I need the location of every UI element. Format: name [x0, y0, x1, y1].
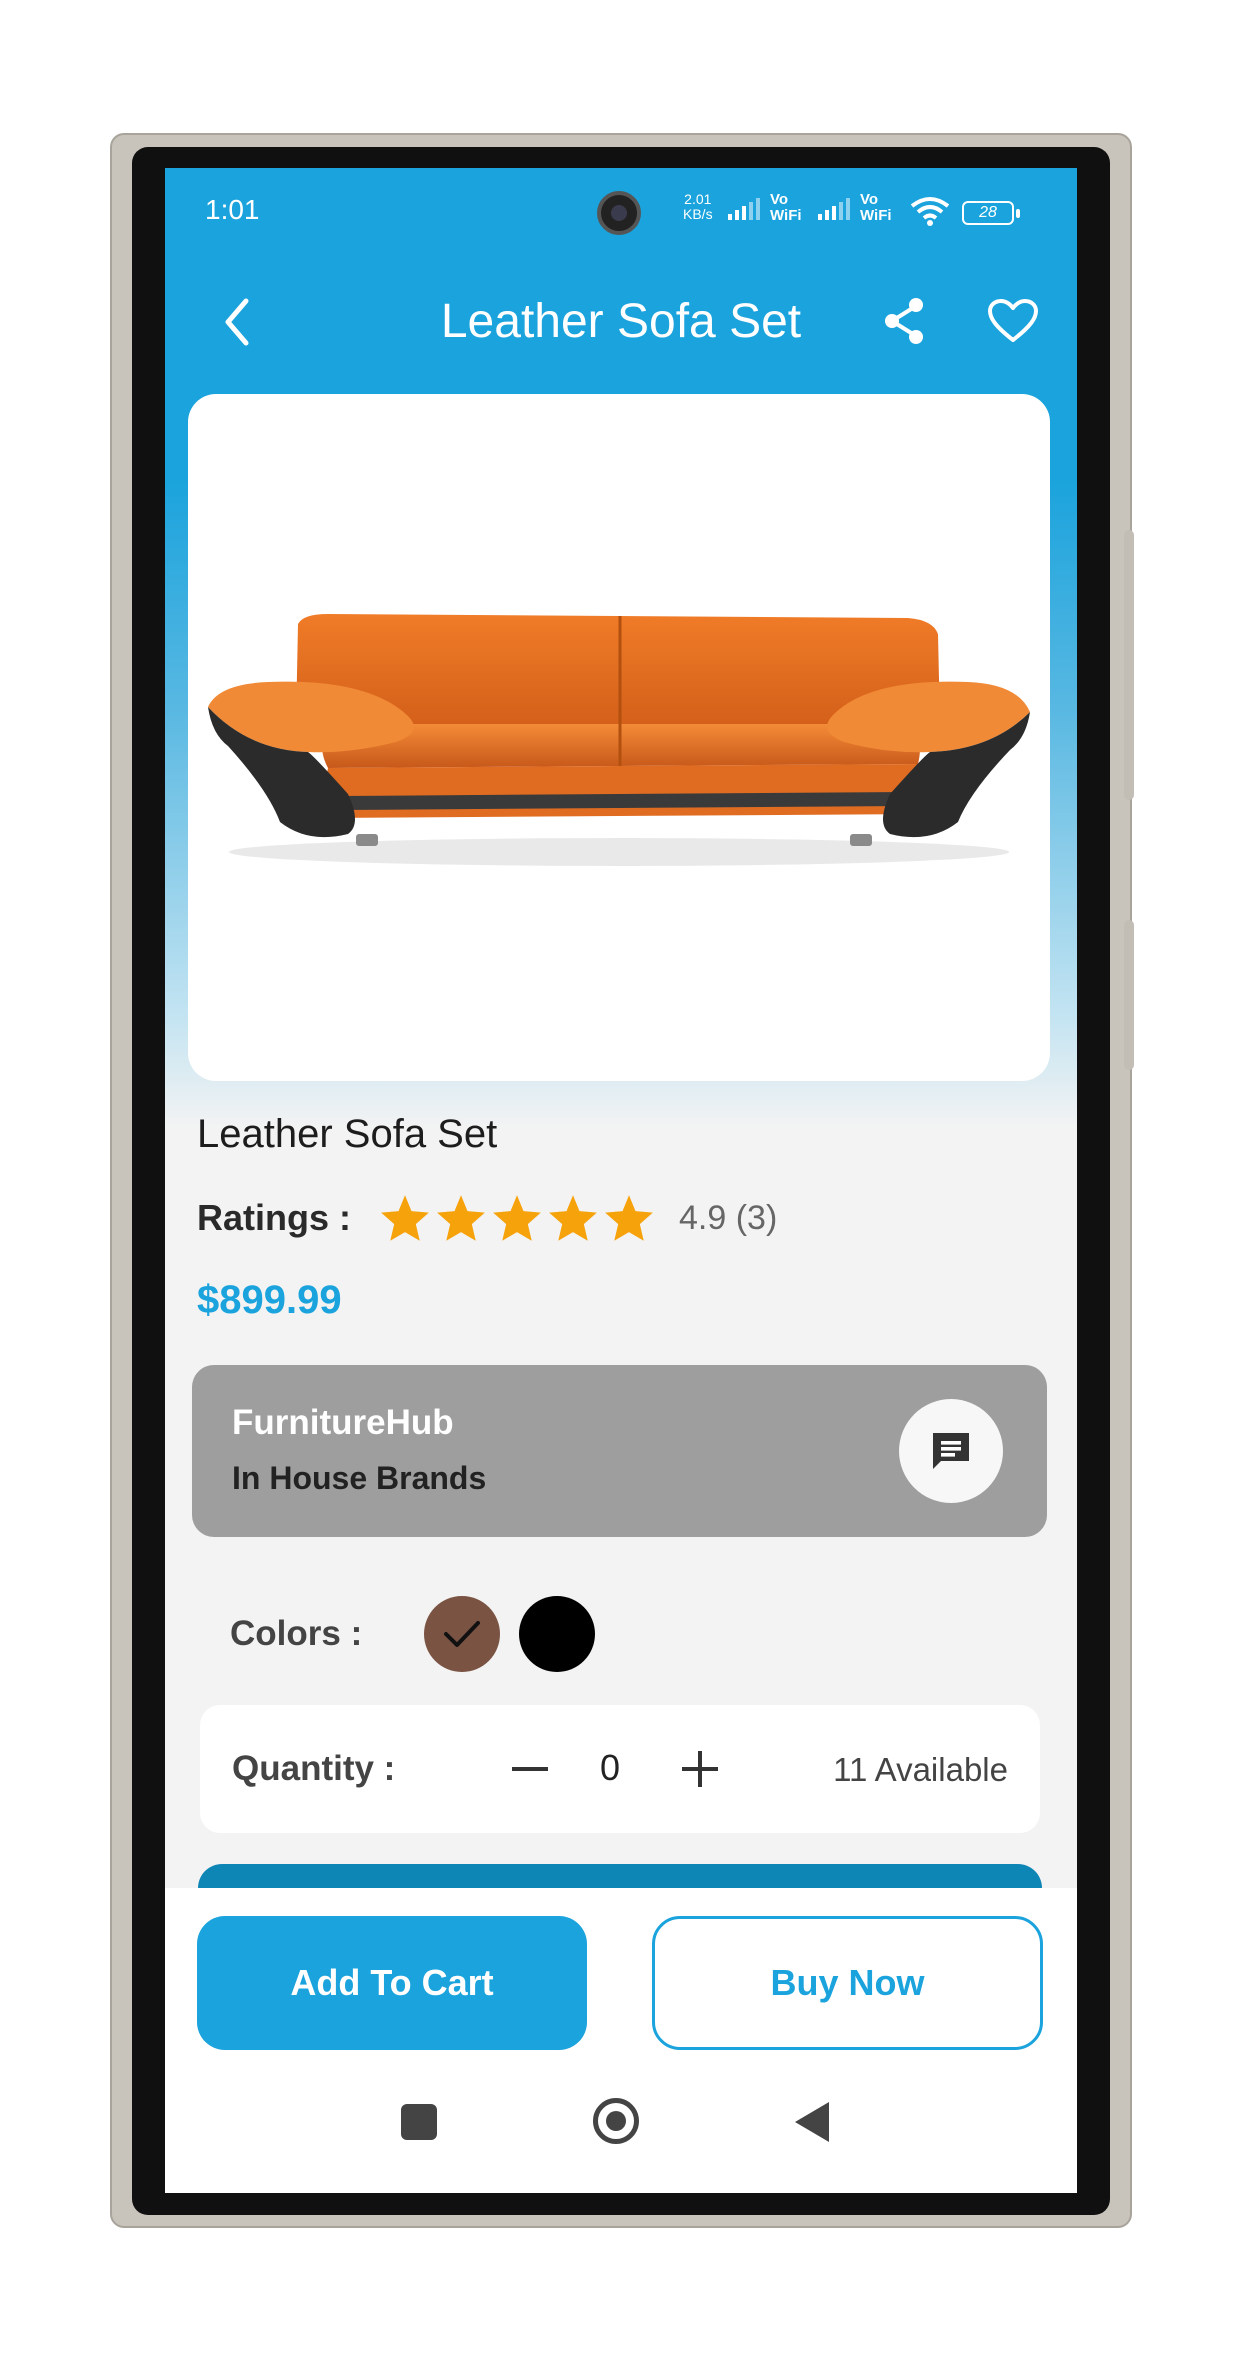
sim2-volte: Vo WiFi [860, 191, 892, 224]
status-time: 1:01 [205, 194, 260, 225]
colors-label: Colors : [230, 1614, 363, 1653]
colors-row: Colors : [230, 1594, 614, 1674]
check-icon [444, 1621, 481, 1647]
front-camera [597, 191, 641, 235]
network-speed-value: 2.01 [684, 191, 712, 207]
home-button[interactable] [593, 2098, 639, 2144]
color-swatch-brown[interactable] [424, 1596, 501, 1672]
share-button[interactable] [875, 292, 933, 350]
increase-quantity-button[interactable] [670, 1739, 730, 1799]
network-speed-unit: KB/s [683, 206, 713, 222]
minus-icon [512, 1767, 548, 1771]
sim1-volte: Vo WiFi [770, 191, 802, 224]
app-screen: 1:01 2.01 KB/s Vo WiFi Vo WiFi 28 Leathe… [165, 168, 1077, 2193]
ratings-label: Ratings : [197, 1197, 352, 1238]
chat-icon [933, 1433, 969, 1469]
app-bar: Leather Sofa Set [165, 254, 1077, 390]
buy-now-button[interactable]: Buy Now [652, 1916, 1043, 2050]
signal-icon [728, 198, 760, 220]
system-back-button[interactable] [795, 2102, 829, 2142]
recents-button[interactable] [401, 2104, 437, 2140]
favorite-button[interactable] [983, 292, 1043, 350]
product-name: Leather Sofa Set [197, 1112, 498, 1156]
rating-value: 4.9 (3) [679, 1198, 778, 1237]
bottom-action-bar: Add To Cart Buy Now [165, 1888, 1077, 2193]
seller-type: In House Brands [232, 1460, 487, 1496]
signal-icon [818, 198, 850, 220]
star-icon [437, 1195, 485, 1241]
system-nav-bar [165, 2068, 1077, 2192]
seller-name: FurnitureHub [232, 1403, 454, 1442]
phone-side-button [1124, 530, 1134, 800]
star-icon [381, 1195, 429, 1241]
product-price: $899.99 [197, 1278, 342, 1322]
quantity-label: Quantity : [232, 1749, 396, 1788]
add-to-cart-button[interactable]: Add To Cart [197, 1916, 587, 2050]
ratings-row: Ratings : 4.9 (3) [197, 1188, 777, 1248]
chat-button[interactable] [899, 1399, 1003, 1503]
quantity-card: Quantity : 0 11 Available [200, 1705, 1040, 1833]
quantity-value: 0 [599, 1747, 621, 1788]
star-icon [549, 1195, 597, 1241]
stock-available: 11 Available [833, 1751, 1008, 1788]
status-bar: 1:01 2.01 KB/s Vo WiFi Vo WiFi 28 [165, 168, 1077, 254]
wifi-icon [910, 196, 950, 231]
decrease-quantity-button[interactable] [500, 1739, 560, 1799]
seller-card[interactable]: FurnitureHub In House Brands [192, 1365, 1047, 1537]
star-icon [605, 1195, 653, 1241]
star-rating [379, 1193, 655, 1243]
color-swatch-black[interactable] [519, 1596, 596, 1672]
sofa-illustration [208, 614, 1030, 866]
share-icon [885, 298, 923, 344]
star-icon [493, 1195, 541, 1241]
plus-icon [682, 1751, 718, 1787]
product-image [188, 394, 1050, 1081]
network-speed: 2.01 KB/s [683, 192, 713, 222]
heart-outline-icon [988, 299, 1038, 342]
battery-icon: 28 [962, 201, 1020, 225]
page-title: Leather Sofa Set [440, 295, 802, 348]
phone-side-button [1124, 920, 1134, 1070]
